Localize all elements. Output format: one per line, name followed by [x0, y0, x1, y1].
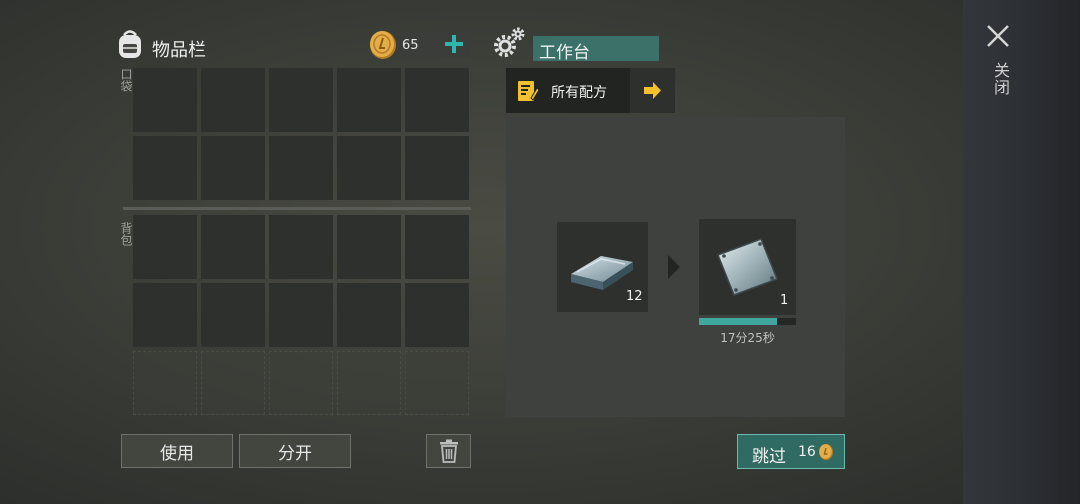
craft-timer: 17分25秒 — [720, 331, 775, 345]
coin-icon — [368, 29, 398, 61]
backpack-slot-locked[interactable] — [269, 351, 333, 415]
pocket-slot[interactable] — [269, 136, 333, 200]
pocket-slot[interactable] — [133, 68, 197, 132]
backpack-slot[interactable] — [133, 215, 197, 279]
pocket-slot[interactable] — [133, 136, 197, 200]
backpack-slot-locked[interactable] — [133, 351, 197, 415]
pocket-label: 口袋 — [119, 68, 133, 92]
recipe-book-icon — [517, 80, 540, 102]
arrow-right-icon — [644, 82, 661, 99]
backpack-slot-locked[interactable] — [405, 351, 469, 415]
backpack-slot[interactable] — [269, 283, 333, 347]
craft-arrow-icon — [666, 253, 682, 281]
pocket-slot[interactable] — [337, 68, 401, 132]
pocket-slot[interactable] — [201, 136, 265, 200]
backpack-icon — [114, 27, 146, 61]
inventory-title: 物品栏 — [152, 40, 206, 61]
skip-cost: 16 — [798, 444, 816, 460]
add-coins-button[interactable] — [444, 34, 464, 54]
ingredient-count: 12 — [626, 289, 643, 304]
backpack-slot[interactable] — [337, 283, 401, 347]
workbench-title: 工作台 — [533, 36, 659, 63]
use-button[interactable]: 使用 — [121, 434, 233, 468]
backpack-slot-locked[interactable] — [337, 351, 401, 415]
product-count: 1 — [780, 293, 789, 308]
recipes-arrow-button[interactable] — [630, 68, 675, 113]
backpack-slot[interactable] — [201, 283, 265, 347]
section-divider — [123, 207, 471, 210]
craft-progress-bar — [699, 318, 796, 325]
pocket-slot[interactable] — [201, 68, 265, 132]
pocket-slot[interactable] — [405, 68, 469, 132]
close-button[interactable] — [984, 22, 1012, 50]
backpack-label: 背包 — [119, 222, 133, 246]
pocket-slot[interactable] — [337, 136, 401, 200]
skip-label: 跳过 — [752, 447, 786, 467]
gears-icon — [492, 26, 526, 60]
plus-icon — [445, 35, 463, 53]
craft-progress-fill — [699, 318, 777, 325]
close-icon — [987, 25, 1009, 47]
pocket-slot[interactable] — [269, 68, 333, 132]
all-recipes-tab[interactable]: 所有配方 — [506, 68, 630, 113]
coin-icon — [818, 443, 834, 461]
backpack-slot[interactable] — [269, 215, 333, 279]
backpack-slot-locked[interactable] — [201, 351, 265, 415]
backpack-slot[interactable] — [337, 215, 401, 279]
backpack-slot[interactable] — [405, 283, 469, 347]
close-label[interactable]: 关闭 — [986, 62, 1010, 96]
coin-count: 65 — [402, 38, 419, 53]
all-recipes-label: 所有配方 — [551, 85, 607, 101]
side-panel — [963, 0, 1080, 504]
backpack-slot[interactable] — [405, 215, 469, 279]
skip-button[interactable]: 跳过 16 — [737, 434, 845, 469]
trash-icon — [439, 439, 458, 463]
backpack-slot[interactable] — [201, 215, 265, 279]
split-button[interactable]: 分开 — [239, 434, 351, 468]
pocket-slot[interactable] — [405, 136, 469, 200]
trash-button[interactable] — [426, 434, 471, 468]
backpack-slot[interactable] — [133, 283, 197, 347]
